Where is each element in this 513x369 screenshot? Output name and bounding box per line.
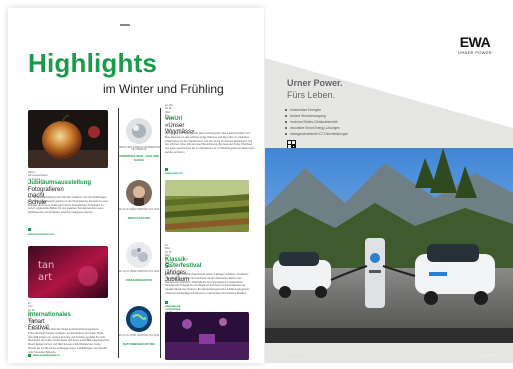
bullet-square [165,301,168,304]
mini-event-date: 28. bis 29. MÄRZ SONNTAG 25.1.2019 [118,271,160,273]
event-description: Das Tasting und vereinigende Wein-Festiv… [165,132,255,154]
ewa-logo[interactable]: EWA URNER POWER [445,34,505,55]
bullet-square [28,354,31,357]
event-image-concert [165,312,249,360]
event-description: 2019 feiert das Klassik-Osterfestival se… [165,273,250,295]
column-divider-right [160,108,161,358]
event-link[interactable]: www.tanartfestival.ch [33,354,60,357]
mini-event-date: 28. bis 29. APRIL SONNTAG 25.1.2019 [118,335,160,337]
mini-event-name: NATURBEOBACHTUNG [123,342,155,346]
bullet-square [28,228,31,231]
page-subtitle: im Winter und Frühling [103,82,224,96]
svg-text:art: art [38,272,52,283]
mini-event-name: ZIRKUS NÄCHTE [127,216,151,220]
service-item: massgeschneiderte ICT-Dienstleistungen [285,131,348,137]
event-image-apple [28,110,108,168]
footer-url[interactable]: www.ewa.ch [287,353,304,357]
bullet-square [165,168,168,171]
footer-claim: Uris führender Energiedienstleister [456,353,503,357]
column-divider-left [118,108,119,358]
event-description: Die Jubiläumsausstellung zum 50-Jahr-Jub… [28,196,109,214]
event-title: Internationales [28,312,71,318]
ev-charging-photo [265,148,513,343]
event-image-vineyard [165,180,249,232]
event-description: Bereits zum 14. Mal lässt das Tanart Fes… [28,328,110,354]
event-link[interactable]: www.fotoparkunst.ch [28,233,54,236]
claim-subline: Fürs Leben. [287,90,336,100]
mini-event-date: FREITAG BIS SONNTAG DONNERSTAG 28. FEBRU… [117,147,161,151]
page-title: Highlights [28,48,158,78]
service-list: erneuerbare Energien sichere Stromversor… [285,107,348,137]
mini-event-name: FRÜHLINGSGRUSS [125,278,153,282]
magazine-spread: Highlights im Winter und Frühling Datum:… [0,0,513,369]
event-title: Jubiläumsausstellung [28,180,92,186]
event-image-globe [126,306,152,332]
svg-text:tan: tan [38,260,54,271]
mini-event-date: 28. bis 30. MÄRZ SONNTAG 25.1.2019 [118,209,160,211]
right-page-advert: EWA URNER POWER Urner Power. Fürs Leben.… [265,8,513,363]
event-image-stage: tan art [28,246,108,298]
event-image-snow [126,118,152,144]
event-link[interactable]: www.vinuri.ch [165,172,183,175]
claim-headline: Urner Power. [287,78,343,88]
event-image-performer [126,180,152,206]
event-title: VinUri [165,116,183,122]
logo-mark: EWA [459,34,491,50]
left-page: Highlights im Winter und Frühling Datum:… [8,8,264,363]
page-marker [120,24,130,26]
event-image-blossom [126,242,152,268]
mini-event-name: WINTERSOLVENT · BAR UND DANCE [119,154,159,162]
logo-subtitle: URNER POWER [458,50,492,55]
